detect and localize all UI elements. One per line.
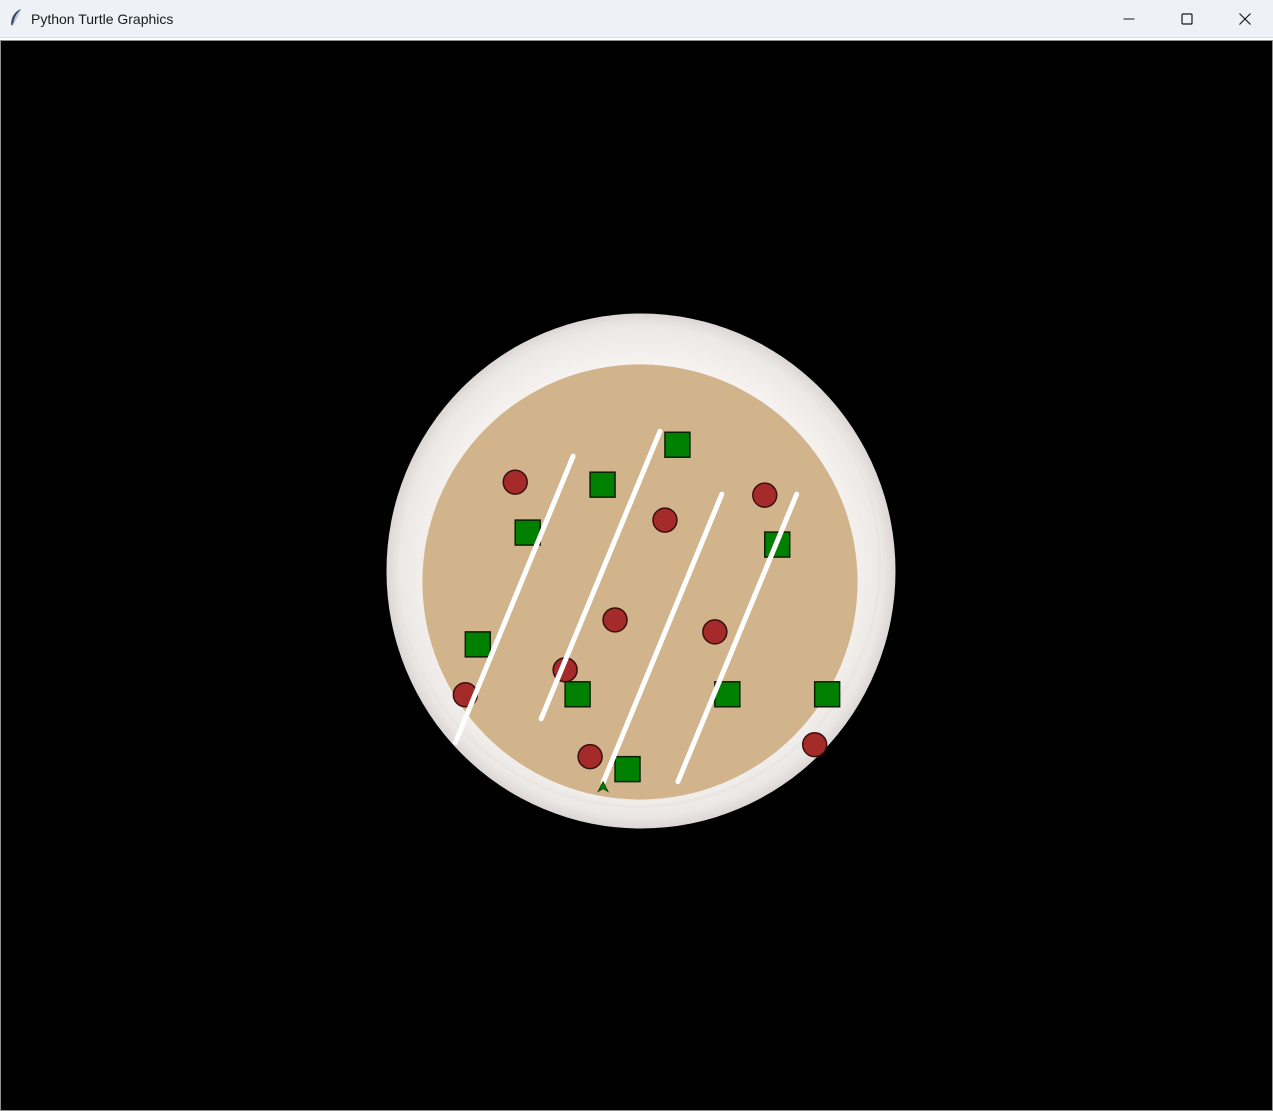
pizza-drawing (386, 313, 896, 829)
maximize-button[interactable] (1158, 0, 1216, 38)
topping-square (589, 471, 616, 498)
close-button[interactable] (1216, 0, 1273, 38)
feather-icon (8, 8, 24, 28)
turtle-canvas[interactable] (0, 40, 1273, 1111)
topping-square (813, 681, 841, 708)
maximize-icon (1181, 13, 1193, 25)
pepperoni (577, 743, 603, 770)
close-icon (1239, 13, 1251, 25)
pepperoni (602, 607, 628, 633)
pepperoni (801, 731, 828, 758)
topping-square (664, 431, 691, 458)
topping-square (614, 755, 641, 783)
minimize-button[interactable] (1100, 0, 1158, 38)
pepperoni (502, 469, 528, 495)
title-bar: Python Turtle Graphics (0, 0, 1273, 38)
window-title: Python Turtle Graphics (31, 11, 174, 27)
minimize-icon (1123, 18, 1135, 20)
pepperoni (702, 619, 728, 645)
pepperoni (752, 482, 778, 508)
topping-square (464, 631, 492, 658)
topping-square (564, 681, 591, 708)
pizza-dough (422, 364, 858, 800)
pepperoni (652, 507, 678, 533)
